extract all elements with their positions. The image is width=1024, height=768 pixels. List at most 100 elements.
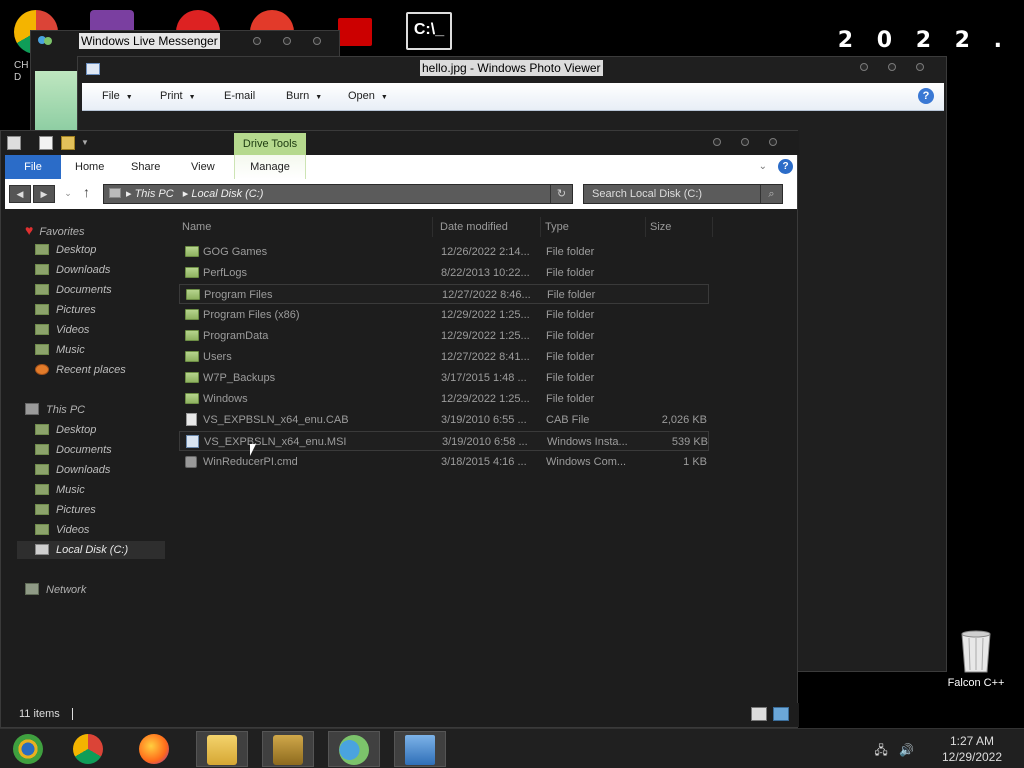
column-size[interactable]: Size bbox=[647, 217, 713, 237]
back-button[interactable]: ◀ bbox=[9, 185, 31, 203]
details-view-icon[interactable] bbox=[751, 707, 767, 721]
table-row[interactable]: ProgramData 12/29/2022 1:25... File folder bbox=[179, 326, 709, 346]
new-folder-icon[interactable] bbox=[61, 136, 75, 150]
minimize-button[interactable] bbox=[253, 37, 261, 45]
address-separator: ▸ bbox=[126, 188, 135, 200]
maximize-button[interactable] bbox=[283, 37, 291, 45]
maximize-button[interactable] bbox=[741, 138, 749, 146]
menu-email[interactable]: E-mail bbox=[224, 90, 255, 102]
up-arrow-icon[interactable]: ↑ bbox=[83, 184, 90, 200]
help-icon[interactable]: ? bbox=[918, 88, 934, 104]
close-button[interactable] bbox=[313, 37, 321, 45]
taskbar-messenger[interactable] bbox=[328, 731, 380, 767]
maximize-button[interactable] bbox=[888, 63, 896, 71]
clock-time: 1:27 AM bbox=[949, 734, 995, 748]
nav-this-pc[interactable]: This PC bbox=[25, 401, 85, 419]
nav-pc-pictures[interactable]: Pictures bbox=[35, 501, 96, 519]
table-row[interactable]: VS_EXPBSLN_x64_enu.CAB 3/19/2010 6:55 ...… bbox=[179, 410, 709, 430]
nav-pc-music[interactable]: Music bbox=[35, 481, 85, 499]
breadcrumb-this-pc[interactable]: This PC bbox=[135, 188, 174, 200]
nav-favorites-pictures[interactable]: Pictures bbox=[35, 301, 96, 319]
refresh-icon[interactable]: ↻ bbox=[550, 185, 572, 203]
recycle-bin[interactable]: Falcon C++ bbox=[944, 628, 1008, 689]
game-desktop-icon[interactable] bbox=[338, 18, 372, 46]
table-row[interactable]: Windows 12/29/2022 1:25... File folder bbox=[179, 389, 709, 409]
taskbar-chrome[interactable] bbox=[62, 731, 114, 767]
table-row[interactable]: W7P_Backups 3/17/2015 1:48 ... File folder bbox=[179, 368, 709, 388]
nav-pc-videos[interactable]: Videos bbox=[35, 521, 89, 539]
nav-favorites-videos[interactable]: Videos bbox=[35, 321, 89, 339]
menu-open[interactable]: Open ▼ bbox=[348, 90, 388, 102]
tab-file[interactable]: File bbox=[5, 155, 61, 179]
menu-print[interactable]: Print ▼ bbox=[160, 90, 196, 102]
clock[interactable]: 1:27 AM 12/29/2022 bbox=[932, 733, 1012, 765]
nav-pc-desktop[interactable]: Desktop bbox=[35, 421, 96, 439]
table-row[interactable]: PerfLogs 8/22/2013 10:22... File folder bbox=[179, 263, 709, 283]
nav-favorites[interactable]: ♥ Favorites bbox=[25, 221, 85, 239]
large-icons-view-icon[interactable] bbox=[773, 707, 789, 721]
year-text: 2 0 2 2 . bbox=[837, 28, 1010, 53]
lock-icon bbox=[273, 735, 303, 765]
table-row[interactable]: VS_EXPBSLN_x64_enu.MSI 3/19/2010 6:58 ...… bbox=[179, 431, 709, 451]
nav-favorites-recent-places[interactable]: Recent places bbox=[35, 361, 126, 379]
close-button[interactable] bbox=[916, 63, 924, 71]
computer-icon bbox=[25, 403, 39, 415]
nav-network[interactable]: Network bbox=[25, 581, 86, 599]
table-row[interactable]: GOG Games 12/26/2022 2:14... File folder bbox=[179, 242, 709, 262]
minimize-button[interactable] bbox=[713, 138, 721, 146]
forward-button[interactable]: ▶ bbox=[33, 185, 55, 203]
folder-icon bbox=[185, 267, 199, 278]
nav-pc-downloads[interactable]: Downloads bbox=[35, 461, 110, 479]
nav-favorites-downloads[interactable]: Downloads bbox=[35, 261, 110, 279]
menu-burn[interactable]: Burn ▼ bbox=[286, 90, 322, 102]
column-name[interactable]: Name bbox=[179, 217, 433, 237]
computer-icon bbox=[109, 188, 121, 198]
start-button[interactable] bbox=[2, 731, 54, 767]
nav-favorites-documents[interactable]: Documents bbox=[35, 281, 112, 299]
expand-ribbon-icon[interactable]: ⌄ bbox=[759, 161, 767, 172]
table-row[interactable]: WinReducerPI.cmd 3/18/2015 4:16 ... Window… bbox=[179, 452, 709, 472]
recent-locations-button[interactable]: ⌄ bbox=[57, 185, 79, 203]
nav-pc-local-disk[interactable]: Local Disk (C:) bbox=[17, 541, 165, 559]
taskbar-photo-viewer[interactable] bbox=[394, 731, 446, 767]
breadcrumb-local-disk[interactable]: Local Disk (C:) bbox=[191, 188, 263, 200]
column-date-modified[interactable]: Date modified bbox=[437, 217, 541, 237]
taskbar-lock-app[interactable] bbox=[262, 731, 314, 767]
tab-share[interactable]: Share bbox=[131, 155, 160, 179]
photo-viewer-icon bbox=[405, 735, 435, 765]
column-type[interactable]: Type bbox=[542, 217, 646, 237]
search-input[interactable]: Search Local Disk (C:) ⌕ bbox=[583, 184, 783, 204]
taskbar-firefox[interactable] bbox=[128, 731, 180, 767]
properties-icon[interactable] bbox=[39, 136, 53, 150]
help-icon[interactable]: ? bbox=[778, 159, 793, 174]
nav-favorites-desktop[interactable]: Desktop bbox=[35, 241, 96, 259]
folder-icon bbox=[185, 351, 199, 362]
photo-viewer-title: hello.jpg - Windows Photo Viewer bbox=[420, 60, 603, 76]
chevron-down-icon: ▼ bbox=[380, 94, 388, 101]
window-icon[interactable] bbox=[7, 136, 21, 150]
chevron-down-icon[interactable]: ▼ bbox=[81, 136, 95, 150]
tab-home[interactable]: Home bbox=[75, 155, 104, 179]
menu-file[interactable]: File ▼ bbox=[102, 90, 133, 102]
taskbar-file-explorer[interactable] bbox=[196, 731, 248, 767]
address-bar[interactable]: ▸ This PC ▸ Local Disk (C:) ↻ bbox=[103, 184, 573, 204]
nav-pc-documents[interactable]: Documents bbox=[35, 441, 112, 459]
table-row[interactable]: Program Files 12/27/2022 8:46... File fold… bbox=[179, 284, 709, 304]
tab-view[interactable]: View bbox=[191, 155, 215, 179]
file-explorer-window[interactable]: ▼ Drive Tools File Home Share View Manag… bbox=[0, 130, 799, 728]
file-list: Name Date modified Type Size GOG Games 12… bbox=[179, 213, 719, 703]
music-icon bbox=[35, 484, 49, 495]
cmd-desktop-icon[interactable]: C:\_ bbox=[406, 12, 452, 50]
volume-icon[interactable]: 🔊 bbox=[899, 743, 914, 757]
nav-favorites-music[interactable]: Music bbox=[35, 341, 85, 359]
search-icon[interactable]: ⌕ bbox=[760, 185, 782, 203]
tab-manage[interactable]: Manage bbox=[234, 155, 306, 179]
table-row[interactable]: Program Files (x86) 12/29/2022 1:25... Fil… bbox=[179, 305, 709, 325]
messenger-title: Windows Live Messenger bbox=[79, 33, 220, 49]
network-tray-icon[interactable]: 🖧 bbox=[874, 743, 887, 757]
table-row[interactable]: Users 12/27/2022 8:41... File folder bbox=[179, 347, 709, 367]
navigation-pane: ♥ Favorites Desktop Downloads Documents P… bbox=[1, 213, 171, 703]
close-button[interactable] bbox=[769, 138, 777, 146]
minimize-button[interactable] bbox=[860, 63, 868, 71]
chevron-down-icon: ▼ bbox=[188, 94, 196, 101]
